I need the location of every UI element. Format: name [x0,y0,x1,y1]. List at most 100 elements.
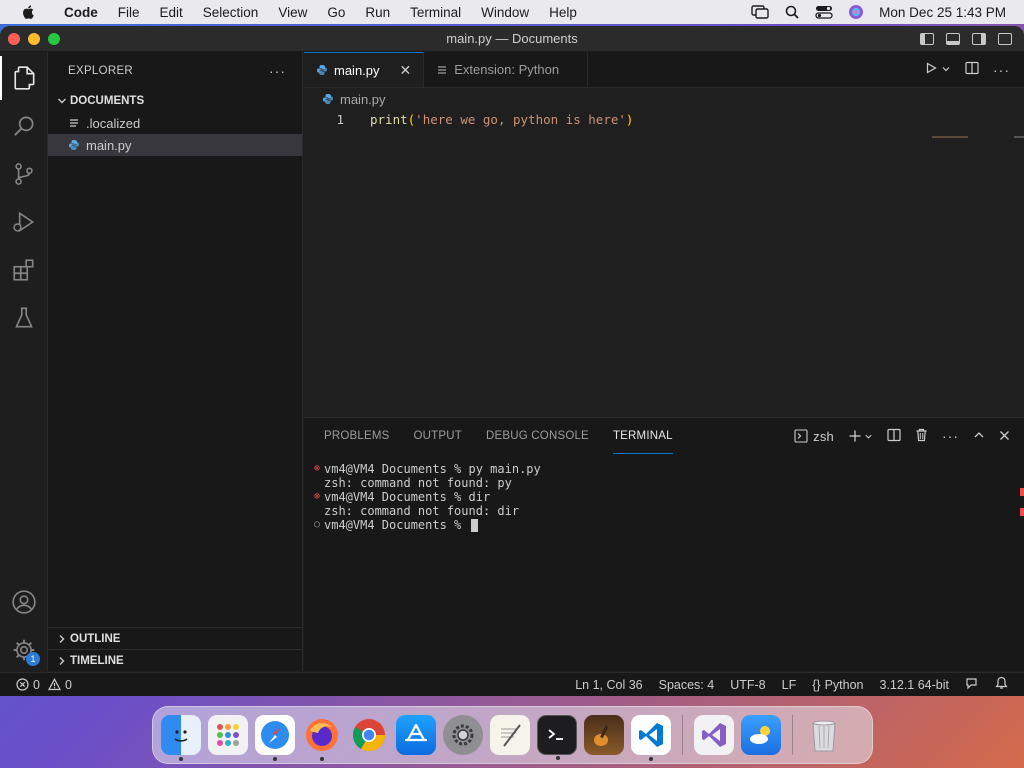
dock-terminal-icon[interactable] [537,715,577,760]
customize-layout-icon[interactable] [998,32,1012,45]
menu-go[interactable]: Go [317,5,355,20]
menu-edit[interactable]: Edit [150,5,193,20]
control-center-icon[interactable] [815,5,833,19]
toggle-panel-icon[interactable] [946,32,960,45]
toggle-primary-sidebar-icon[interactable] [920,32,934,45]
menu-selection[interactable]: Selection [193,5,269,20]
run-dropdown-chevron-icon[interactable] [941,62,951,77]
breadcrumb-file[interactable]: main.py [340,92,386,107]
dock-visual-studio-icon[interactable] [694,715,734,755]
dock-app-store-icon[interactable] [396,715,436,755]
explorer-header: EXPLORER ··· [48,52,302,90]
dock-trash-icon[interactable] [804,715,844,755]
manage-activity-button[interactable]: 1 [0,628,48,672]
encoding-status[interactable]: UTF-8 [730,678,765,692]
tab-main-py[interactable]: main.py ✕ [304,52,425,87]
siri-icon[interactable] [847,5,865,19]
dock-vscode-icon[interactable] [631,715,671,761]
timeline-section[interactable]: TIMELINE [48,649,303,671]
text-file-icon [66,117,82,129]
search-activity-button[interactable] [0,104,48,148]
explorer-more-actions-button[interactable]: ··· [269,63,286,79]
tab-debug-console[interactable]: DEBUG CONSOLE [486,418,589,454]
indentation-status[interactable]: Spaces: 4 [659,678,715,692]
tab-terminal[interactable]: TERMINAL [612,418,673,454]
close-window-button[interactable] [8,32,20,45]
close-tab-button[interactable]: ✕ [400,62,412,79]
close-panel-icon[interactable] [999,429,1010,444]
run-python-file-icon[interactable] [925,62,937,77]
notifications-bell-icon[interactable] [995,676,1008,693]
menu-terminal[interactable]: Terminal [400,5,471,20]
spotlight-search-icon[interactable] [783,5,801,19]
tab-extension-python[interactable]: Extension: Python [424,52,589,87]
panel-more-actions-icon[interactable]: ··· [942,428,959,444]
dock-finder-icon[interactable] [161,715,201,761]
tab-problems[interactable]: PROBLEMS [324,418,390,454]
menu-help[interactable]: Help [539,5,587,20]
source-control-activity-button[interactable] [0,152,48,196]
problems-status[interactable]: 0 0 [0,678,72,692]
command-pending-icon: ○ [313,519,321,530]
minimap[interactable] [932,136,968,138]
dock-chrome-icon[interactable] [349,715,389,755]
menubar-clock[interactable]: Mon Dec 25 1:43 PM [879,5,1006,20]
file-localized[interactable]: .localized [48,112,302,134]
dock-launchpad-icon[interactable] [208,715,248,755]
accounts-activity-button[interactable] [0,580,48,624]
eol-status[interactable]: LF [782,678,797,692]
menu-run[interactable]: Run [355,5,400,20]
menu-app-code[interactable]: Code [54,5,108,20]
language-mode-status[interactable]: {} Python [812,678,863,692]
dock-garageband-icon[interactable] [584,715,624,755]
kill-terminal-trash-icon[interactable] [915,428,928,445]
tab-output[interactable]: OUTPUT [414,418,462,454]
file-label: main.py [86,137,132,153]
menu-view[interactable]: View [268,5,317,20]
dock-firefox-icon[interactable] [302,715,342,761]
terminal-line-text: vm4@VM4 Documents % py main.py [324,462,541,476]
editor-scrollbar[interactable] [1014,136,1024,138]
terminal-output[interactable]: ⊗ vm4@VM4 Documents % py main.py zsh: co… [304,454,1024,532]
extensions-activity-button[interactable] [0,248,48,292]
menu-window[interactable]: Window [471,5,539,20]
maximize-panel-chevron-up-icon[interactable] [973,429,985,444]
command-error-icon[interactable]: ⊗ [310,462,324,476]
folder-documents[interactable]: DOCUMENTS [48,90,302,112]
screen-mirroring-icon[interactable] [751,5,769,19]
editor-more-actions-icon[interactable]: ··· [993,62,1010,78]
split-editor-icon[interactable] [965,61,979,78]
cursor-position-status[interactable]: Ln 1, Col 36 [575,678,642,692]
testing-activity-button[interactable] [0,296,48,340]
file-main-py[interactable]: main.py [48,134,302,156]
terminal-line-text: zsh: command not found: py [324,476,512,490]
feedback-icon[interactable] [965,676,979,693]
dock-textedit-icon[interactable] [490,715,530,755]
dock-system-settings-icon[interactable] [443,715,483,755]
menu-file[interactable]: File [108,5,150,20]
new-terminal-icon[interactable] [848,429,873,443]
outline-section[interactable]: OUTLINE [48,627,303,649]
run-debug-activity-button[interactable] [0,200,48,244]
python-interpreter-status[interactable]: 3.12.1 64-bit [880,678,950,692]
toggle-secondary-sidebar-icon[interactable] [972,32,986,45]
minimize-window-button[interactable] [28,32,40,45]
files-icon [14,66,35,90]
dock-safari-icon[interactable] [255,715,295,761]
code-string-token: 'here we go, python is here' [415,112,626,127]
code-line[interactable]: 1 print('here we go, python is here') [304,110,1024,129]
chevron-down-icon [54,93,70,109]
flask-icon [15,307,33,328]
source-control-icon [15,163,33,185]
dock-weather-icon[interactable] [741,715,781,755]
command-error-icon[interactable]: ⊗ [310,490,324,504]
terminal-shell-selector[interactable]: zsh [794,429,834,444]
terminal-line: zsh: command not found: py [310,476,1024,490]
zoom-window-button[interactable] [48,32,60,45]
apple-menu-icon[interactable] [18,4,40,20]
status-bar: 0 0 Ln 1, Col 36 Spaces: 4 UTF-8 LF {} P… [0,672,1024,696]
explorer-activity-button[interactable] [0,56,48,100]
warning-icon [47,678,61,691]
code-text[interactable]: print('here we go, python is here') [370,112,633,127]
split-terminal-icon[interactable] [887,428,901,445]
